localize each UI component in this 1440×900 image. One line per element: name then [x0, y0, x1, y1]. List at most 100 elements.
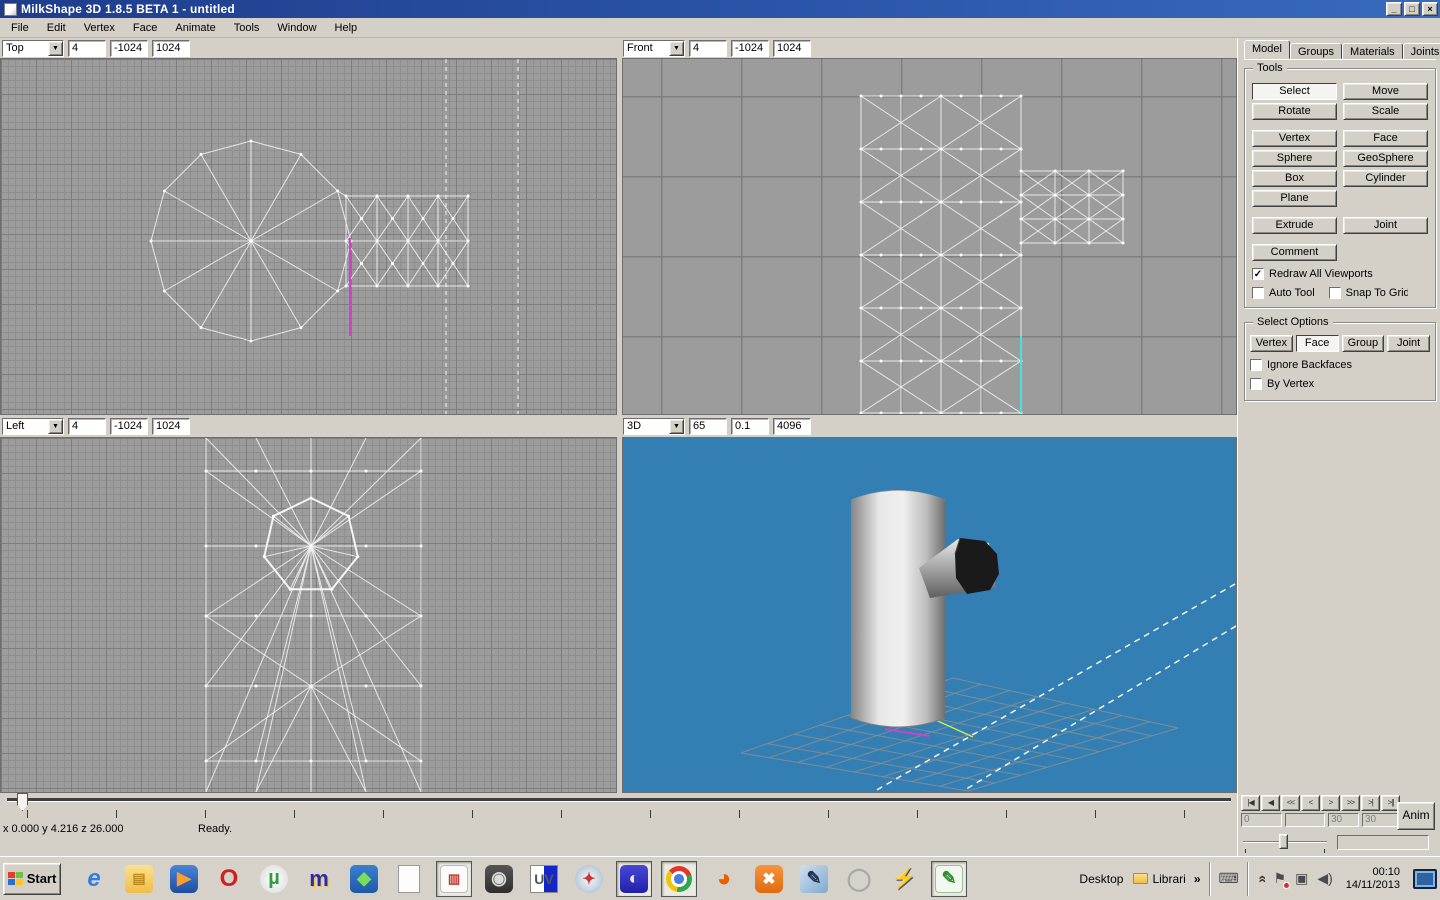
tray-clock[interactable]: 00:10 14/11/2013	[1342, 866, 1404, 892]
select-face-button[interactable]: Face	[1296, 335, 1339, 352]
gom-player-icon[interactable]: ◐	[616, 861, 652, 897]
animation-timeline[interactable]	[0, 793, 1237, 819]
move-button[interactable]: Move	[1343, 83, 1428, 100]
menu-edit[interactable]: Edit	[38, 19, 75, 37]
extrude-button[interactable]: Extrude	[1252, 217, 1337, 234]
notepad-plus-plus-icon[interactable]: ✎	[931, 861, 967, 897]
current-frame-field[interactable]	[1285, 813, 1325, 827]
desktop-toolbar-label[interactable]: Desktop	[1079, 872, 1123, 886]
auto-tool-checkbox[interactable]	[1252, 287, 1264, 299]
remote-desktop-icon[interactable]: ⚡	[886, 861, 922, 897]
go-to-first-frame-button[interactable]: |◀	[1241, 795, 1260, 811]
uv-mapper-icon[interactable]: UV	[526, 861, 562, 897]
show-desktop-button[interactable]	[1413, 869, 1437, 889]
menu-animate[interactable]: Animate	[166, 19, 224, 37]
top-viewport[interactable]	[0, 58, 617, 415]
tab-materials[interactable]: Materials	[1342, 43, 1403, 59]
paint-icon[interactable]: ✎	[796, 861, 832, 897]
chevron-down-icon[interactable]: ▼	[48, 41, 63, 56]
internet-explorer-icon[interactable]: e	[76, 861, 112, 897]
select-joint-button[interactable]: Joint	[1387, 335, 1430, 352]
joint-button[interactable]: Joint	[1343, 217, 1428, 234]
front-viewport-mode-select[interactable]: Front ▼	[623, 40, 685, 57]
left-viewport[interactable]	[0, 437, 617, 793]
select-button[interactable]: Select	[1252, 83, 1337, 100]
text-document-icon[interactable]	[391, 861, 427, 897]
timeline-slider-handle[interactable]	[17, 793, 28, 811]
last-frame-field[interactable]: 30	[1328, 813, 1359, 827]
cylinder-button[interactable]: Cylinder	[1343, 170, 1428, 187]
top-viewport-min-field[interactable]: -1024	[110, 40, 148, 57]
menu-window[interactable]: Window	[268, 19, 325, 37]
select-vertex-button[interactable]: Vertex	[1250, 335, 1293, 352]
menu-help[interactable]: Help	[326, 19, 367, 37]
steam-icon[interactable]: ◉	[481, 861, 517, 897]
tab-groups[interactable]: Groups	[1290, 43, 1342, 59]
front-viewport[interactable]	[622, 58, 1237, 415]
fast-forward-button[interactable]: >>	[1341, 795, 1360, 811]
keyboard-layout-icon[interactable]: ⌨	[1219, 870, 1239, 887]
left-viewport-mode-select[interactable]: Left ▼	[2, 418, 64, 435]
close-button[interactable]: ×	[1422, 2, 1438, 16]
chevron-down-icon[interactable]: ▼	[669, 419, 684, 434]
front-viewport-max-field[interactable]: 1024	[773, 40, 811, 57]
rotate-button[interactable]: Rotate	[1252, 103, 1337, 120]
toolbar-overflow-chevron[interactable]: »	[1194, 872, 1201, 886]
comment-button[interactable]: Comment	[1252, 244, 1337, 261]
select-group-button[interactable]: Group	[1342, 335, 1385, 352]
top-viewport-max-field[interactable]: 1024	[152, 40, 190, 57]
snap-to-grid-checkbox[interactable]	[1329, 287, 1341, 299]
top-viewport-zoom-field[interactable]: 4	[68, 40, 106, 57]
tab-model[interactable]: Model	[1244, 40, 1290, 59]
next-keyframe-button[interactable]: >|	[1361, 795, 1380, 811]
anim-speed-slider-handle[interactable]	[1279, 834, 1288, 849]
network-icon[interactable]: ▣	[1295, 870, 1308, 887]
restore-button[interactable]: □	[1404, 2, 1420, 16]
box-button[interactable]: Box	[1252, 170, 1337, 187]
chevron-down-icon[interactable]: ▼	[48, 419, 63, 434]
by-vertex-checkbox[interactable]	[1250, 378, 1262, 390]
the-sims-icon[interactable]: ◆	[346, 861, 382, 897]
scale-button[interactable]: Scale	[1343, 103, 1428, 120]
volume-icon[interactable]: ◀)	[1317, 870, 1332, 887]
timeline-track[interactable]	[7, 798, 1231, 802]
menu-file[interactable]: File	[2, 19, 38, 37]
minimize-button[interactable]: _	[1386, 2, 1402, 16]
vertex-button[interactable]: Vertex	[1252, 130, 1337, 147]
menu-face[interactable]: Face	[124, 19, 166, 37]
3d-viewport-fov-field[interactable]: 65	[689, 418, 727, 435]
top-viewport-mode-select[interactable]: Top ▼	[2, 40, 64, 57]
action-center-flag-icon[interactable]: ⚑	[1274, 870, 1287, 887]
utorrent-icon[interactable]: µ	[256, 861, 292, 897]
anim-toggle-button[interactable]: Anim	[1397, 802, 1435, 830]
3d-viewport-mode-select[interactable]: 3D ▼	[623, 418, 685, 435]
left-viewport-min-field[interactable]: -1024	[110, 418, 148, 435]
fast-rewind-button[interactable]: <<	[1281, 795, 1300, 811]
first-frame-field[interactable]: 0	[1241, 813, 1282, 827]
milkshape-3d-icon[interactable]: ▥	[436, 861, 472, 897]
front-viewport-min-field[interactable]: -1024	[731, 40, 769, 57]
left-viewport-zoom-field[interactable]: 4	[68, 418, 106, 435]
xampp-icon[interactable]: ✖	[751, 861, 787, 897]
geosphere-button[interactable]: GeoSphere	[1343, 150, 1428, 167]
safari-icon[interactable]: ✦	[571, 861, 607, 897]
start-button[interactable]: Start	[3, 863, 61, 895]
front-viewport-zoom-field[interactable]: 4	[689, 40, 727, 57]
windows-media-player-icon[interactable]: ▶	[166, 861, 202, 897]
step-forward-button[interactable]: >	[1321, 795, 1340, 811]
anim-speed-slider[interactable]	[1241, 834, 1329, 850]
face-button[interactable]: Face	[1343, 130, 1428, 147]
sphere-button[interactable]: Sphere	[1252, 150, 1337, 167]
chrome-icon[interactable]	[661, 861, 697, 897]
step-back-button[interactable]: <	[1301, 795, 1320, 811]
ignore-backfaces-checkbox[interactable]	[1250, 359, 1262, 371]
plane-button[interactable]: Plane	[1252, 190, 1337, 207]
previous-keyframe-button[interactable]: ◀	[1261, 795, 1280, 811]
tab-joints[interactable]: Joints	[1403, 43, 1440, 59]
libraries-toolbar-item[interactable]: Librari	[1133, 872, 1185, 886]
file-explorer-icon[interactable]: ▤	[121, 861, 157, 897]
menu-tools[interactable]: Tools	[225, 19, 269, 37]
total-frames-field[interactable]: 30	[1362, 813, 1399, 827]
3d-viewport-near-field[interactable]: 0.1	[731, 418, 769, 435]
ring-app-icon[interactable]: ◯	[841, 861, 877, 897]
